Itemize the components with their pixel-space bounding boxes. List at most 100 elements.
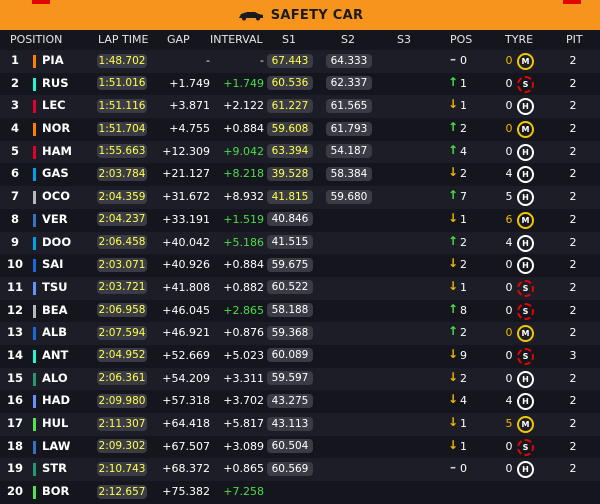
lap-time: 1:51.116 [97, 98, 147, 113]
driver-code[interactable]: PIA [42, 53, 64, 67]
driver-code[interactable]: STR [42, 461, 67, 475]
tyre-age: 4 [505, 235, 513, 249]
arrow-up-icon: ↑ [448, 142, 459, 157]
driver-code[interactable]: HAM [42, 144, 72, 158]
tyre-compound-icon: H [517, 370, 534, 388]
team-color-bar [33, 123, 36, 137]
table-row[interactable]: 15 ALO 2:06.361 +54.209 +3.311 59.597 ↓ 2 0 H 2 [0, 367, 600, 391]
table-row[interactable]: 16 HAD 2:09.980 +57.318 +3.702 43.275 ↓ 4 4 H 2 [0, 390, 600, 413]
team-color-bar [33, 486, 36, 500]
col-tyre[interactable]: TYRE [505, 33, 533, 46]
driver-code[interactable]: ANT [42, 348, 68, 362]
table-row[interactable]: 19 STR 2:10.743 +68.372 +0.865 60.569–0 0 H 2 [0, 458, 600, 482]
table-row[interactable]: 1 PIA 1:48.702- -67.443 64.333–0 0 M 2 [0, 50, 600, 73]
team-color-bar [33, 259, 36, 273]
driver-code[interactable]: SAI [42, 257, 63, 271]
driver-code[interactable]: TSU [42, 280, 67, 294]
position-change: 1 [460, 212, 467, 226]
pit-stops: 2 [569, 417, 577, 430]
driver-code[interactable]: LEC [42, 98, 66, 112]
pit-stops: 2 [569, 326, 577, 340]
driver-code[interactable]: OCO [42, 189, 70, 203]
position-number: 15 [7, 370, 24, 385]
col-s3[interactable]: S3 [397, 33, 411, 46]
table-row[interactable]: 18 LAW 2:09.302 +67.507 +3.089 60.504 ↓ 1 0 S 2 [0, 435, 600, 459]
pit-stops: 2 [569, 144, 577, 158]
interval-value: +3.089 [223, 439, 264, 453]
table-row[interactable]: 17 HUL 2:11.307 +64.418 +5.817 43.113 ↓ 1 5 M 2 [0, 413, 600, 436]
sector1-time: 59.675 [267, 257, 313, 272]
position-change: 1 [460, 76, 467, 90]
tyre-compound-icon: S [517, 438, 534, 456]
table-row[interactable]: 11 TSU 2:03.721 +41.808 +0.882 60.522 ↓ 1 0 S 2 [0, 276, 600, 300]
table-header: POSITION LAP TIME GAP INTERVAL S1 S2 S3 … [0, 30, 600, 50]
table-row[interactable]: 2 RUS 1:51.016 +1.749 +1.749 60.536 62.337 ↑ 1 0 S… [0, 72, 600, 96]
driver-code[interactable]: HUL [42, 416, 68, 430]
gap-value: +41.808 [162, 280, 210, 294]
lap-time: 1:55.663 [97, 144, 147, 159]
position-number: 4 [10, 121, 19, 136]
tyre-compound-icon: M [517, 211, 534, 229]
col-pit[interactable]: PIT [566, 33, 583, 46]
position-change: 1 [460, 417, 467, 430]
interval-value: +5.817 [223, 417, 264, 430]
gap-value: +4.755 [169, 122, 210, 136]
lap-time: 2:06.958 [97, 303, 147, 318]
position-number: 10 [7, 257, 24, 272]
dash-icon: – [450, 52, 456, 66]
col-lap-time[interactable]: LAP TIME [98, 33, 148, 46]
dash-icon: – [450, 460, 456, 475]
table-row[interactable]: 5 HAM 1:55.663 +12.309 +9.042 63.394 54.187 ↑ 4 0… [0, 140, 600, 164]
position-number: 12 [7, 302, 24, 317]
team-color-bar [33, 395, 36, 409]
pit-stops: 2 [569, 122, 577, 136]
driver-code[interactable]: HAD [42, 393, 70, 407]
table-row[interactable]: 20 BOR 2:12.657 +75.382 +7.258 [0, 481, 600, 504]
table-row[interactable]: 13 ALB 2:07.594 +46.921 +0.876 59.368 ↑ 2 0 M 2 [0, 322, 600, 345]
lap-time: 1:51.704 [97, 121, 147, 136]
driver-code[interactable]: NOR [42, 121, 70, 135]
driver-code[interactable]: DOO [42, 235, 71, 249]
interval-value: +0.884 [223, 258, 264, 272]
team-color-bar [33, 349, 36, 363]
driver-code[interactable]: LAW [42, 439, 70, 453]
table-row[interactable]: 7 OCO 2:04.359 +31.672 +8.932 41.815 59.680 ↑ 7 5… [0, 186, 600, 209]
team-color-bar [33, 440, 36, 454]
driver-code[interactable]: RUS [42, 76, 68, 90]
gap-value: +3.871 [169, 99, 210, 113]
driver-code[interactable]: BEA [42, 303, 68, 317]
col-pos[interactable]: POS [450, 33, 472, 46]
col-s2[interactable]: S2 [341, 33, 355, 46]
table-row[interactable]: 12 BEA 2:06.958 +46.045 +2.865 58.188 ↑ 8 0 S 2 [0, 299, 600, 323]
col-gap[interactable]: GAP [167, 33, 190, 46]
position-change: 2 [460, 167, 467, 181]
position-change: 9 [460, 348, 467, 362]
sector1-time: 60.504 [267, 439, 313, 454]
team-color-bar [33, 100, 36, 114]
driver-code[interactable]: GAS [42, 166, 69, 180]
gap-value: +40.042 [162, 235, 210, 249]
lap-time: 1:48.702 [97, 53, 147, 68]
col-s1[interactable]: S1 [282, 33, 296, 46]
col-position[interactable]: POSITION [10, 33, 62, 46]
gap-value: +46.045 [162, 303, 210, 317]
col-interval[interactable]: INTERVAL [210, 33, 263, 46]
sector2-time: 61.565 [326, 98, 372, 113]
table-row[interactable]: 14 ANT 2:04.952 +52.669 +5.023 60.089 ↓ 9 0 S 3 [0, 344, 600, 368]
lap-time: 2:11.307 [97, 416, 147, 431]
table-row[interactable]: 8 VER 2:04.237 +33.191 +1.519 40.846 ↓ 1 6 M 2 [0, 208, 600, 232]
tyre-compound-icon: H [517, 461, 534, 479]
table-row[interactable]: 4 NOR 1:51.704 +4.755 +0.884 59.608 61.793 ↑ 2 0 M… [0, 118, 600, 141]
table-row[interactable]: 6 GAS 2:03.784 +21.127 +8.218 39.528 58.384 ↓ 2 4… [0, 163, 600, 187]
driver-code[interactable]: ALB [42, 325, 67, 339]
table-row[interactable]: 10 SAI 2:03.071 +40.926 +0.884 59.675 ↓ 2 0 H 2 [0, 254, 600, 277]
tyre-age: 0 [505, 348, 513, 362]
table-row[interactable]: 3 LEC 1:51.116 +3.871 +2.122 61.227 61.565 ↓ 1 0 H… [0, 95, 600, 119]
driver-code[interactable]: BOR [42, 484, 69, 498]
lap-time: 2:06.458 [97, 235, 147, 249]
tyre-compound-icon: M [517, 416, 534, 433]
table-row[interactable]: 9 DOO 2:06.458 +40.042 +5.186 41.515 ↑ 2 4 H 2 [0, 231, 600, 255]
driver-code[interactable]: VER [42, 212, 68, 226]
timing-table: 1 PIA 1:48.702- -67.443 64.333–0 0 M 2 2 RUS 1:51.… [0, 50, 600, 504]
driver-code[interactable]: ALO [42, 371, 68, 385]
